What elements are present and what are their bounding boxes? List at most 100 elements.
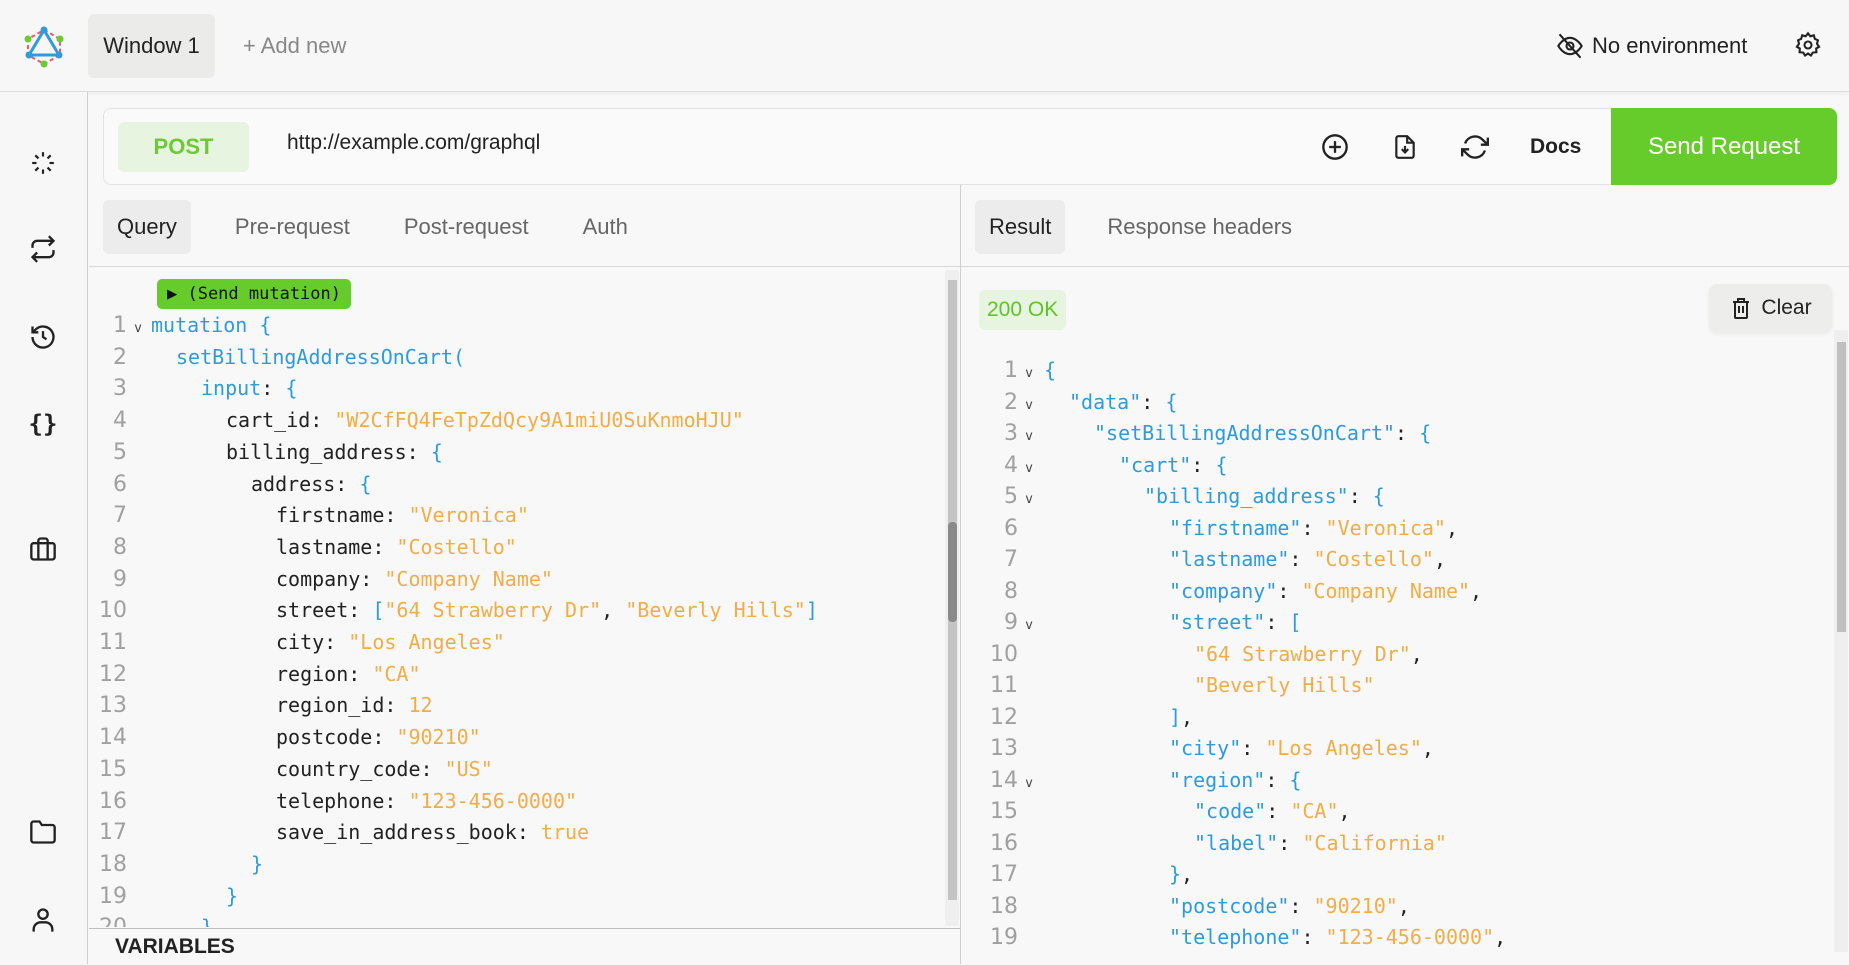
line-number: 13 <box>99 693 127 719</box>
fold-chevron-icon[interactable]: v <box>1018 484 1040 516</box>
code-token: : <box>1301 925 1326 949</box>
download-button[interactable] <box>1390 131 1420 163</box>
send-mutation-button[interactable]: ▶ (Send mutation) <box>157 279 351 309</box>
code-token: firstname <box>276 503 385 528</box>
tab-post-request[interactable]: Post-request <box>390 200 543 254</box>
code-text: region: "CA" <box>149 662 421 686</box>
code-text: } <box>149 884 238 908</box>
code-value: "123-456-0000" <box>1325 925 1495 949</box>
code-keyword: mutation { <box>151 313 272 337</box>
code-value: "90210" <box>396 725 481 750</box>
editor-scrollbar[interactable] <box>945 270 959 926</box>
fold-chevron-icon[interactable]: v <box>1018 358 1040 390</box>
code-value: "CA" <box>1290 799 1339 823</box>
code-text: address: { <box>149 472 371 496</box>
fold-chevron-icon[interactable]: v <box>1018 421 1040 453</box>
code-line: 3 input: { <box>89 372 297 404</box>
altair-logo-icon <box>24 26 64 68</box>
code-value: "Company Name" <box>384 566 553 591</box>
code-text: city: "Los Angeles" <box>149 630 505 654</box>
fold-chevron-icon[interactable]: v <box>1018 610 1040 642</box>
add-query-button[interactable] <box>1320 131 1350 163</box>
url-input[interactable] <box>287 123 1287 163</box>
sidebar-item-repeat[interactable] <box>28 234 58 264</box>
fold-chevron-icon[interactable]: v <box>1018 453 1040 485</box>
pane-divider[interactable] <box>960 185 961 964</box>
http-method-selector[interactable]: POST <box>118 122 249 172</box>
line-number: 20 <box>89 912 127 927</box>
clear-result-button[interactable]: Clear <box>1709 284 1832 332</box>
sidebar-item-briefcase[interactable] <box>28 534 58 564</box>
code-line: 1 v mutation { <box>89 309 271 341</box>
fold-chevron-icon[interactable]: v <box>1018 768 1040 800</box>
code-value: "Veronica" <box>408 503 529 528</box>
code-text: "street": [ <box>1040 610 1301 634</box>
code-line: 17}, <box>978 859 1193 891</box>
code-value: "Los Angeles" <box>1265 736 1422 760</box>
code-line: 10 street: ["64 Strawberry Dr", "Beverly … <box>89 594 818 626</box>
code-token: region_id <box>276 693 385 718</box>
code-keyword: "cart" <box>1119 452 1192 477</box>
line-number: 14 <box>990 767 1018 793</box>
fold-chevron-icon[interactable]: v <box>1018 390 1040 422</box>
result-scrollbar-thumb[interactable] <box>1837 342 1846 632</box>
docs-button[interactable]: Docs <box>1530 109 1581 184</box>
code-text: "postcode": "90210", <box>1040 894 1410 918</box>
plus-circle-icon <box>1322 134 1348 160</box>
code-token: , <box>1445 515 1459 540</box>
code-line: 2 setBillingAddressOnCart( <box>89 341 465 373</box>
tab-response-headers[interactable]: Response headers <box>1093 200 1306 254</box>
code-text: country_code: "US" <box>149 757 493 781</box>
variables-panel-header[interactable]: VARIABLES <box>89 928 960 964</box>
code-line: 5 billing_address: { <box>89 436 443 468</box>
code-keyword: "firstname" <box>1169 515 1302 540</box>
code-line: 15 "code": "CA", <box>978 796 1351 828</box>
query-editor[interactable]: ▶ (Send mutation) 1 v mutation {2 setBillin… <box>89 267 959 927</box>
environment-selector[interactable]: No environment <box>1556 26 1747 66</box>
settings-gear-icon[interactable] <box>1794 30 1822 60</box>
code-line: 14 postcode: "90210" <box>89 721 481 753</box>
tab-auth[interactable]: Auth <box>569 200 642 254</box>
code-token: , <box>1433 547 1446 571</box>
result-viewer[interactable]: 1 v{2 v "data": {3 v "setBillingAddressOnCart… <box>978 355 1828 955</box>
tab-pre-request[interactable]: Pre-request <box>221 200 364 254</box>
code-token: : <box>360 566 385 591</box>
code-token: , <box>1397 893 1410 918</box>
send-request-button[interactable]: Send Request <box>1611 108 1837 185</box>
sidebar-item-history[interactable] <box>28 322 58 352</box>
code-keyword: "setBillingAddressOnCart" <box>1094 421 1396 445</box>
code-line: 11 "Beverly Hills" <box>978 670 1375 702</box>
line-number: 4 <box>1004 452 1018 478</box>
editor-scrollbar-thumb[interactable] <box>948 522 957 622</box>
sidebar-item-account[interactable] <box>28 905 58 935</box>
add-window-button[interactable]: + Add new <box>243 14 346 78</box>
code-line: 18 "postcode": "90210", <box>978 891 1410 923</box>
tab-result[interactable]: Result <box>975 200 1066 254</box>
code-text: ], <box>1040 705 1193 729</box>
window-tab[interactable]: Window 1 <box>88 14 215 78</box>
code-token: : <box>261 376 286 401</box>
code-token: : <box>348 661 373 686</box>
sidebar-item-loader[interactable] <box>28 148 58 178</box>
result-scrollbar[interactable] <box>1834 330 1848 952</box>
line-number: 10 <box>99 598 127 624</box>
code-text: region_id: 12 <box>149 693 433 717</box>
code-keyword: [ <box>1289 610 1302 634</box>
reload-schema-button[interactable] <box>1460 131 1490 163</box>
code-keyword: "street" <box>1169 610 1266 634</box>
sidebar-item-braces[interactable]: {} <box>28 409 58 439</box>
code-value: "US" <box>444 756 493 781</box>
line-number: 17 <box>990 862 1018 887</box>
code-value: "Beverly Hills" <box>625 598 806 623</box>
code-text: } <box>149 915 213 927</box>
code-token: : <box>348 598 373 623</box>
folder-icon <box>30 820 56 844</box>
code-token: city <box>276 630 325 654</box>
code-text: firstname: "Veronica" <box>149 503 529 527</box>
sidebar-item-collections[interactable] <box>28 817 58 847</box>
code-token: : <box>1141 389 1166 414</box>
sidebar: {} <box>0 92 88 964</box>
code-text: setBillingAddressOnCart( <box>149 345 465 369</box>
code-token: : <box>516 820 541 845</box>
tab-query[interactable]: Query <box>103 200 191 254</box>
